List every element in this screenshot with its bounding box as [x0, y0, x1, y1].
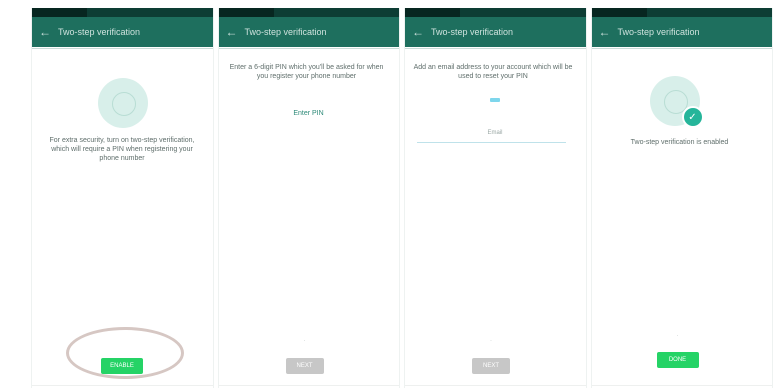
- description: Add an email address to your account whi…: [413, 64, 573, 80]
- header-title: Two-step verification: [617, 27, 700, 37]
- screen-pin: ← Two-step verification Enter a 6-digit …: [217, 8, 400, 388]
- divider-mark: ·: [676, 333, 679, 339]
- description: For extra security, turn on two-step ver…: [49, 137, 195, 162]
- header-title: Two-step verification: [431, 27, 514, 37]
- divider-mark: ·: [303, 338, 306, 344]
- arrow-left-icon[interactable]: ←: [598, 25, 612, 39]
- status-bar: [32, 8, 213, 17]
- lock-icon: [98, 78, 148, 128]
- app-header: ← Two-step verification: [405, 17, 586, 47]
- highlight-circle: [66, 327, 184, 379]
- enter-pin-link[interactable]: Enter PIN: [259, 110, 359, 117]
- status-bar: [591, 8, 772, 17]
- screen-done: ← Two-step verification ✓ Two-step verif…: [590, 8, 773, 388]
- status-bar: [405, 8, 586, 17]
- arrow-left-icon[interactable]: ←: [225, 25, 239, 39]
- app-header: ← Two-step verification: [591, 17, 772, 47]
- footer-divider: [591, 385, 772, 386]
- footer-divider: [32, 385, 213, 386]
- header-divider: [405, 48, 586, 49]
- status-bar: [218, 8, 399, 17]
- header-divider: [32, 48, 213, 49]
- app-header: ← Two-step verification: [32, 17, 213, 47]
- arrow-left-icon[interactable]: ←: [38, 25, 52, 39]
- description: Two-step verification is enabled: [630, 139, 729, 146]
- next-button[interactable]: NEXT: [285, 358, 324, 374]
- arrow-left-icon[interactable]: ←: [411, 25, 425, 39]
- screen-email: ← Two-step verification Add an email add…: [404, 8, 587, 388]
- app-header: ← Two-step verification: [218, 17, 399, 47]
- divider-mark: ·: [490, 338, 492, 344]
- check-badge-icon: ✓: [681, 106, 704, 128]
- footer-divider: [218, 385, 399, 386]
- email-field[interactable]: [417, 136, 566, 143]
- next-button[interactable]: NEXT: [472, 358, 510, 374]
- cursor-marker: [490, 98, 500, 102]
- description: Enter a 6-digit PIN which you'll be aske…: [229, 64, 384, 80]
- header-divider: [591, 48, 772, 49]
- done-button[interactable]: DONE: [656, 352, 699, 368]
- header-title: Two-step verification: [244, 27, 327, 37]
- footer-divider: [405, 385, 586, 386]
- header-title: Two-step verification: [58, 27, 141, 37]
- header-divider: [218, 48, 399, 49]
